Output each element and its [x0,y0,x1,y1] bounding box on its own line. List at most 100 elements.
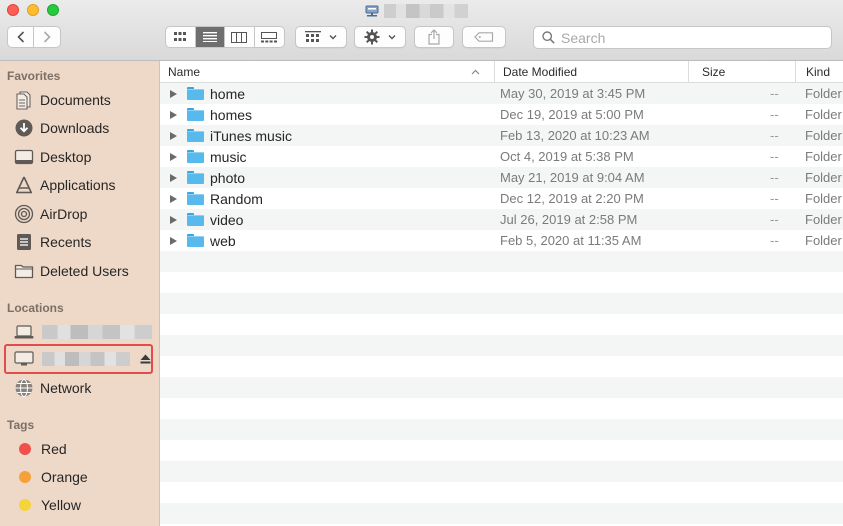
action-menu-button[interactable] [354,26,406,48]
window-title [365,3,468,19]
minimize-window-button[interactable] [27,4,39,16]
column-header-date-modified[interactable]: Date Modified [494,61,688,83]
kind-cell: Folder [805,212,842,227]
sidebar-tag-red[interactable]: Red [14,437,154,461]
sidebar-item-label: Documents [40,92,111,108]
size-cell: -- [770,86,779,101]
laptop-icon [14,325,34,339]
sidebar-item-airdrop[interactable]: AirDrop [14,202,154,226]
folder-icon [187,213,204,226]
toolbar [0,0,843,61]
size-cell: -- [770,212,779,227]
search-field[interactable] [533,26,832,49]
disclosure-triangle-icon[interactable] [170,194,177,203]
file-rows: home May 30, 2019 at 3:45 PM -- Folder homes… [160,83,843,526]
red-tag-dot-icon [19,443,31,455]
sidebar-tag-yellow[interactable]: Yellow [14,493,154,517]
edit-tags-button[interactable] [462,26,506,48]
disclosure-triangle-icon[interactable] [170,131,177,140]
sidebar-item-downloads[interactable]: Downloads [14,116,154,140]
sidebar-location-macbook[interactable] [14,322,152,342]
column-header-size[interactable]: Size [688,61,795,83]
tags-heading: Tags [7,418,35,432]
sidebar-item-network[interactable]: Network [14,376,154,400]
gallery-view-button[interactable] [255,27,284,47]
size-cell: -- [770,170,779,185]
zoom-window-button[interactable] [47,4,59,16]
downloads-icon [15,119,33,137]
disclosure-triangle-icon[interactable] [170,173,177,182]
disclosure-triangle-icon[interactable] [170,110,177,119]
disclosure-triangle-icon[interactable] [170,236,177,245]
back-button[interactable] [8,27,35,47]
file-name: web [210,232,236,249]
folder-icon [14,264,34,279]
share-button[interactable] [414,26,454,48]
group-by-button[interactable] [295,26,347,48]
list-view-button[interactable] [195,27,225,47]
kind-cell: Folder [805,233,842,248]
disclosure-triangle-icon[interactable] [170,152,177,161]
finder-window: Favorites Documents Downloads Desktop [0,0,843,526]
file-name-cell: video [170,209,243,230]
navigation-buttons [7,26,61,48]
empty-row-stripe [160,251,843,272]
forward-button[interactable] [34,27,60,47]
sidebar-location-server[interactable] [14,349,151,369]
column-view-button[interactable] [225,27,255,47]
size-cell: -- [770,233,779,248]
sidebar-item-label: Red [41,441,67,457]
column-header-row: Name Date Modified Size Kind [160,61,843,83]
date-modified-cell: Feb 13, 2020 at 10:23 AM [500,128,650,143]
close-window-button[interactable] [7,4,19,16]
eject-icon[interactable] [140,354,151,364]
sidebar-item-deleted-users[interactable]: Deleted Users [14,259,154,283]
column-header-kind[interactable]: Kind [795,61,843,83]
sidebar-item-desktop[interactable]: Desktop [14,145,154,169]
folder-icon [187,87,204,100]
sidebar-tag-orange[interactable]: Orange [14,465,154,489]
kind-cell: Folder [805,191,842,206]
folder-icon [187,192,204,205]
size-cell: -- [770,107,779,122]
empty-row-stripe [160,419,843,440]
icon-view-button[interactable] [166,27,196,47]
tag-icon [474,32,494,42]
list-view-icon [202,32,217,42]
table-row[interactable]: music Oct 4, 2019 at 5:38 PM -- Folder [160,146,843,167]
disclosure-triangle-icon[interactable] [170,89,177,98]
search-icon [542,31,555,44]
search-input[interactable] [561,29,811,46]
table-row[interactable]: iTunes music Feb 13, 2020 at 10:23 AM -- Fo… [160,125,843,146]
size-cell: -- [770,128,779,143]
kind-cell: Folder [805,128,842,143]
table-row[interactable]: home May 30, 2019 at 3:45 PM -- Folder [160,83,843,104]
table-row[interactable]: photo May 21, 2019 at 9:04 AM -- Folder [160,167,843,188]
table-row[interactable]: video Jul 26, 2019 at 2:58 PM -- Folder [160,209,843,230]
chevron-down-icon [329,35,337,40]
sidebar-item-documents[interactable]: Documents [14,88,154,112]
sidebar-item-label: Yellow [41,497,81,513]
empty-row-stripe [160,482,843,503]
file-name-cell: photo [170,167,245,188]
file-name-cell: web [170,230,236,251]
documents-icon [16,91,31,110]
empty-row-stripe [160,356,843,377]
sidebar-item-applications[interactable]: Applications [14,173,154,197]
file-name-cell: music [170,146,247,167]
chevron-right-icon [43,31,51,43]
column-header-name[interactable]: Name [160,61,494,83]
disclosure-triangle-icon[interactable] [170,215,177,224]
sidebar-item-label: Applications [40,177,116,193]
table-row[interactable]: Random Dec 12, 2019 at 2:20 PM -- Folder [160,188,843,209]
folder-icon [187,150,204,163]
table-row[interactable]: web Feb 5, 2020 at 11:35 AM -- Folder [160,230,843,251]
chevron-down-icon [388,35,396,40]
sidebar-item-recents[interactable]: Recents [14,230,154,254]
recents-icon [17,234,31,250]
locations-heading: Locations [7,301,64,315]
column-header-label: Name [168,65,201,79]
table-row[interactable]: homes Dec 19, 2019 at 5:00 PM -- Folder [160,104,843,125]
date-modified-cell: May 30, 2019 at 3:45 PM [500,86,646,101]
airdrop-icon [14,204,34,224]
